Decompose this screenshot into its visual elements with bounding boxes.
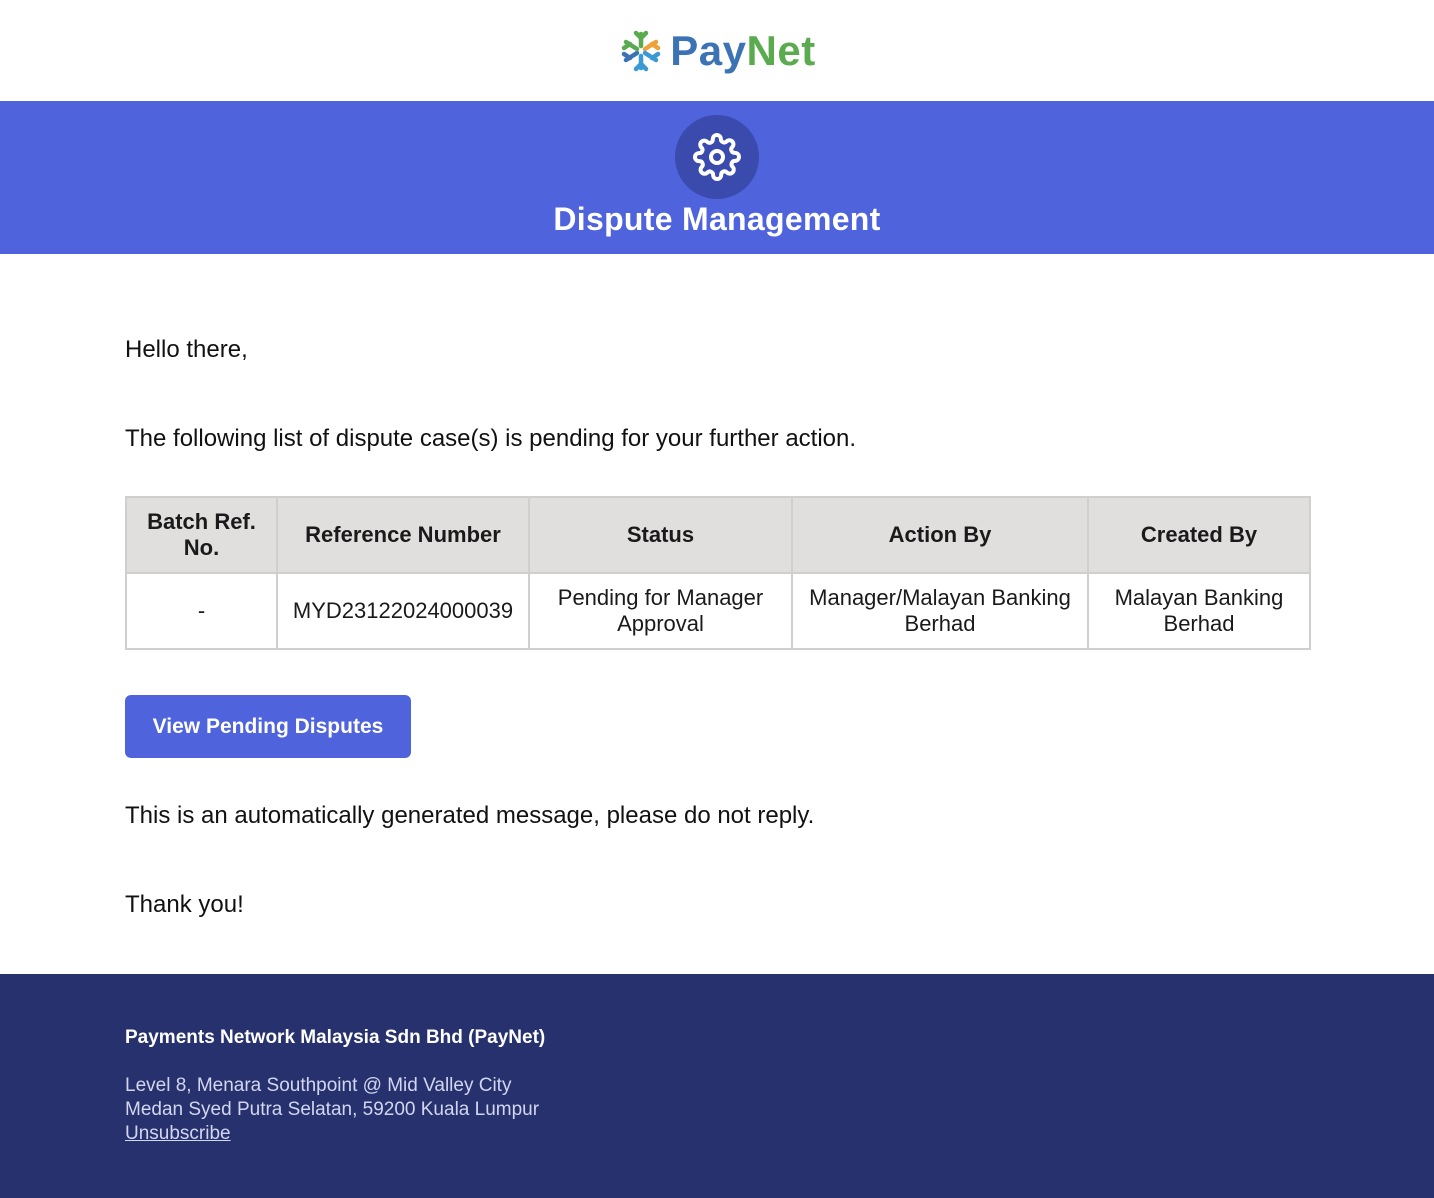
header-reference-number: Reference Number bbox=[276, 496, 530, 574]
cell-created-by: Malayan Banking Berhad bbox=[1087, 572, 1311, 650]
gear-icon bbox=[693, 133, 741, 181]
header-created-by: Created By bbox=[1087, 496, 1311, 574]
cell-status: Pending for Manager Approval bbox=[528, 572, 793, 650]
logo-bar: PayNet bbox=[0, 0, 1434, 101]
greeting-text: Hello there, bbox=[125, 336, 248, 363]
title-banner: Dispute Management bbox=[0, 101, 1434, 254]
paynet-snowflake-logo-icon bbox=[622, 30, 661, 71]
logo-wordmark: PayNet bbox=[670, 26, 816, 74]
view-pending-disputes-button[interactable]: View Pending Disputes bbox=[125, 695, 411, 758]
footer-company-name: Payments Network Malaysia Sdn Bhd (PayNe… bbox=[125, 1027, 546, 1048]
cell-action-by: Manager/Malayan Banking Berhad bbox=[791, 572, 1089, 650]
logo-text-net: Net bbox=[746, 26, 816, 74]
closing-text: Thank you! bbox=[125, 891, 244, 918]
cell-reference-number: MYD23122024000039 bbox=[276, 572, 530, 650]
logo-text-pay: Pay bbox=[670, 26, 747, 74]
header-batch-ref: Batch Ref. No. bbox=[125, 496, 278, 574]
page-title: Dispute Management bbox=[553, 201, 881, 237]
footer-address-line2: Medan Syed Putra Selatan, 59200 Kuala Lu… bbox=[125, 1099, 540, 1120]
paynet-logo: PayNet bbox=[618, 28, 815, 74]
cell-batch-ref: - bbox=[125, 572, 278, 650]
footer: Payments Network Malaysia Sdn Bhd (PayNe… bbox=[0, 974, 1434, 1198]
gear-icon-circle bbox=[675, 115, 759, 199]
header-status: Status bbox=[528, 496, 793, 574]
intro-text: The following list of dispute case(s) is… bbox=[125, 425, 857, 452]
footer-address-line1: Level 8, Menara Southpoint @ Mid Valley … bbox=[125, 1075, 512, 1096]
dispute-cases-table: Batch Ref. No. Reference Number Status A… bbox=[125, 496, 1311, 650]
table-header-row: Batch Ref. No. Reference Number Status A… bbox=[125, 496, 1311, 574]
unsubscribe-link[interactable]: Unsubscribe bbox=[125, 1122, 231, 1146]
header-action-by: Action By bbox=[791, 496, 1089, 574]
table-row: - MYD23122024000039 Pending for Manager … bbox=[125, 572, 1311, 650]
email-content: Hello there, The following list of dispu… bbox=[0, 254, 1434, 974]
auto-generated-notice: This is an automatically generated messa… bbox=[125, 802, 815, 829]
